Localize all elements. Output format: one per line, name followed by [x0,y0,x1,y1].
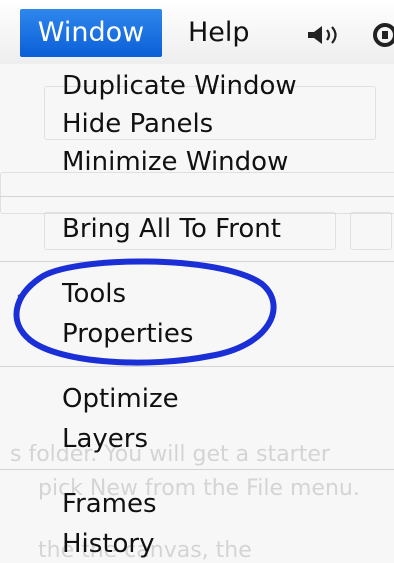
menu-item-minimize-window[interactable]: Minimize Window [0,142,394,182]
menu-item-hide-panels[interactable]: Hide Panels [0,104,394,144]
status-icon[interactable] [372,22,394,48]
menu-separator [0,261,394,262]
menu-item-label: Optimize [62,384,179,414]
checkmark-icon: ✓ [14,280,35,308]
menu-item-label: Hide Panels [62,109,214,139]
menu-item-bring-all-to-front[interactable]: Bring All To Front [0,209,394,249]
screenshot-root: Window Help s folder. You will get a sta… [0,0,394,563]
help-menu[interactable]: Help [176,9,262,57]
menu-item-label: Layers [62,424,149,454]
menu-item-label: History [62,529,155,559]
menu-separator [0,366,394,367]
menu-item-label: Bring All To Front [62,214,281,244]
menu-item-properties[interactable]: Properties [0,314,394,354]
window-menu[interactable]: Window [20,9,162,57]
menu-item-label: Frames [62,489,157,519]
menu-bar: Window Help [0,0,394,65]
menu-separator [0,469,394,470]
menu-item-tools[interactable]: ✓ Tools [0,274,394,314]
menu-separator [0,196,394,197]
menu-item-history[interactable]: History [0,524,394,563]
speaker-icon[interactable] [306,24,342,46]
menu-item-label: Properties [62,319,194,349]
menu-item-label: Minimize Window [62,147,289,177]
menu-item-label: Duplicate Window [62,71,297,101]
menu-item-optimize[interactable]: Optimize [0,379,394,419]
window-dropdown-menu: s folder. You will get a starter pick Ne… [0,64,394,563]
menu-item-frames[interactable]: Frames [0,484,394,524]
menu-item-label: Tools [62,279,127,309]
menu-item-duplicate-window[interactable]: Duplicate Window [0,66,394,106]
menu-item-layers[interactable]: Layers [0,419,394,459]
